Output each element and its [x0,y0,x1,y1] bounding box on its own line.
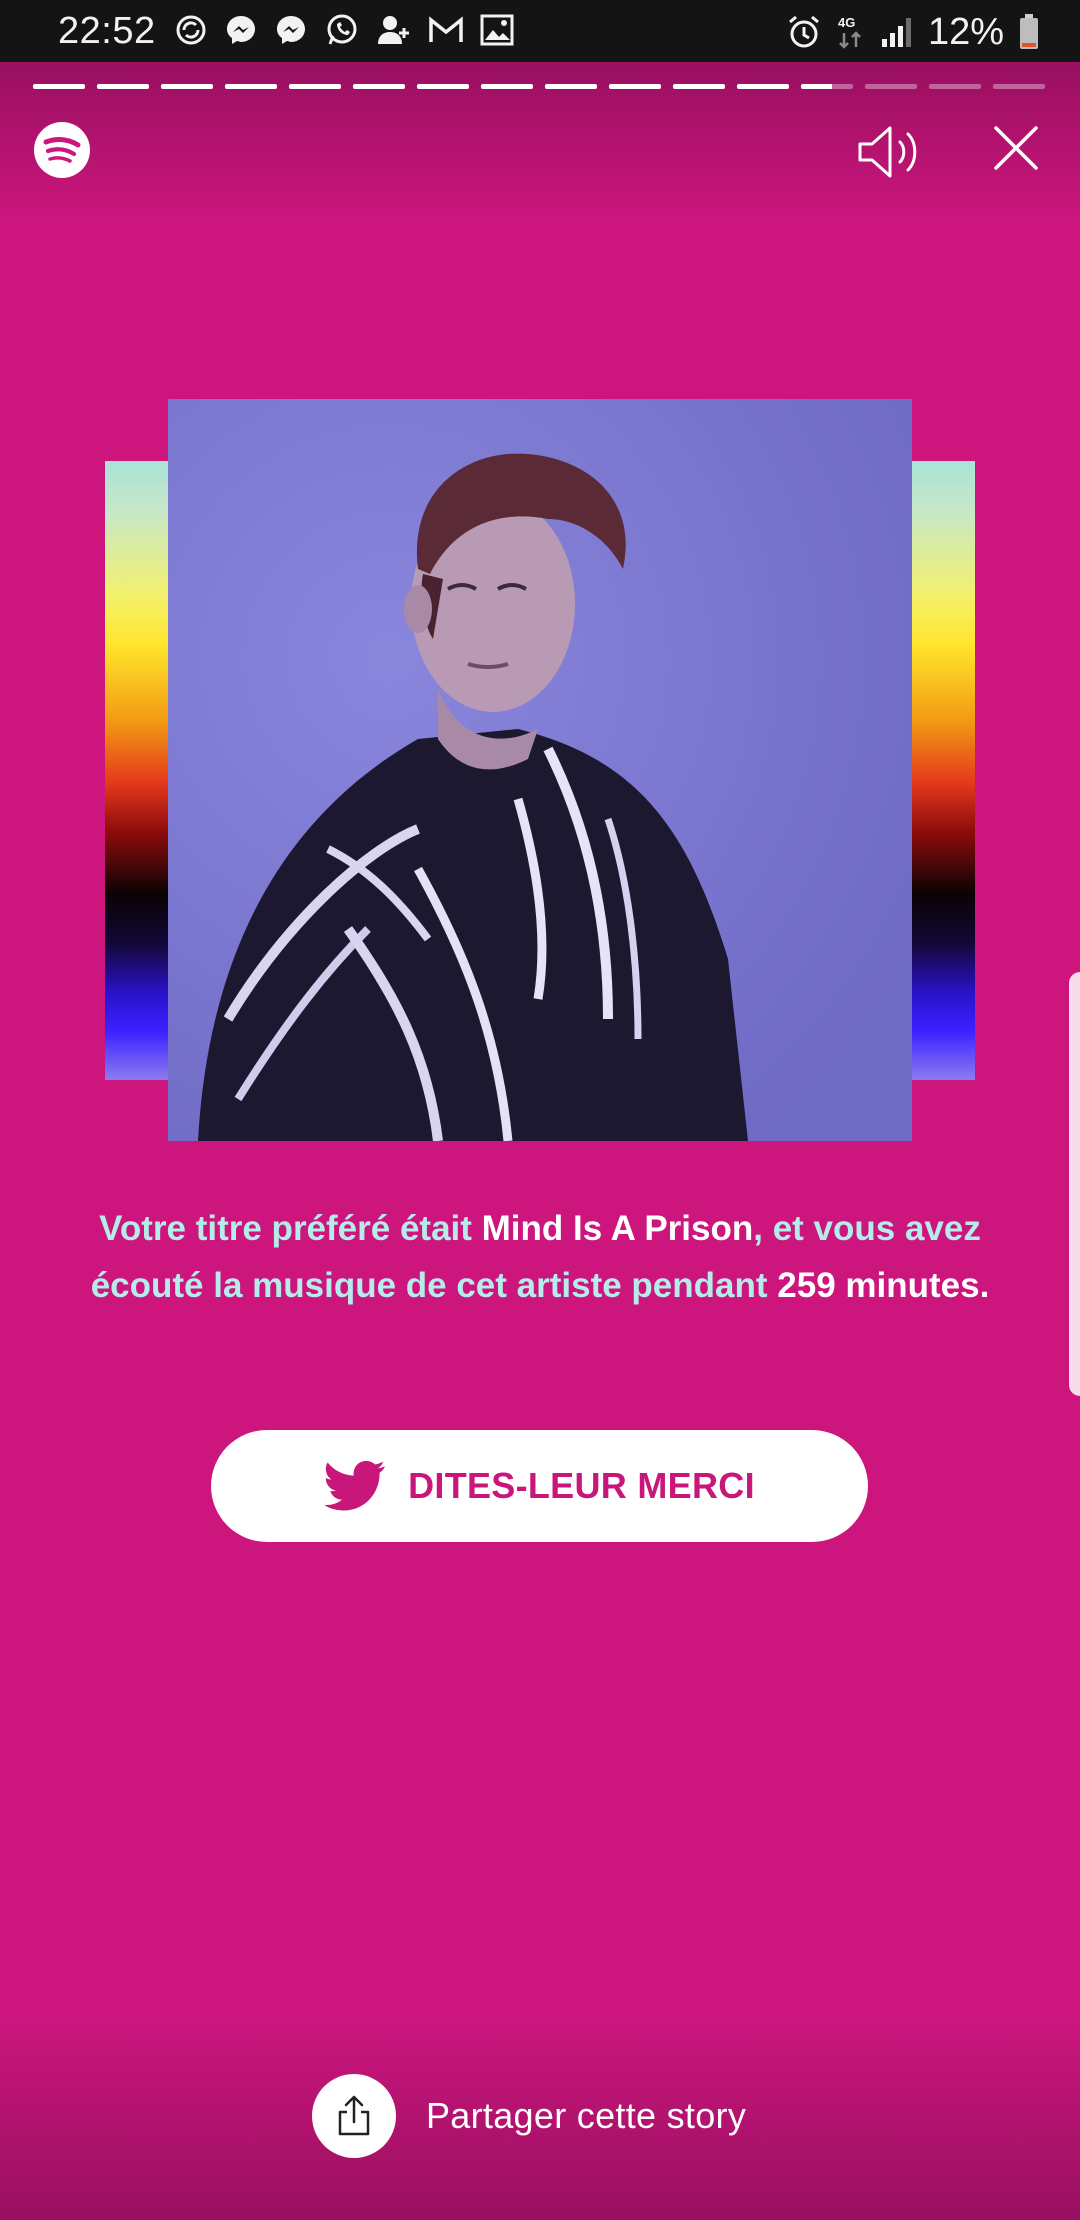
progress-fill [801,84,833,89]
progress-segment [289,84,341,89]
status-time: 22:52 [58,10,156,52]
thank-artist-button[interactable]: DITES-LEUR MERCI [211,1430,868,1542]
add-contact-icon [378,16,409,44]
gmail-icon [429,16,463,42]
progress-fill [545,84,597,89]
progress-fill [481,84,533,89]
messenger-icon [227,16,255,44]
progress-segment [673,84,725,89]
data-4g-icon: 4G [838,15,861,49]
progress-fill [97,84,149,89]
progress-segment [865,84,917,89]
listening-minutes: 259 minutes. [777,1266,990,1305]
spotify-logo [34,122,90,178]
gradient-bar-left [105,461,169,1080]
status-right-icons: 4G 12% [786,10,1040,54]
share-story-button[interactable]: Partager cette story [312,2073,746,2159]
volume-icon[interactable] [856,122,924,182]
notification-icons [174,12,514,48]
gallery-icon [480,14,514,46]
progress-fill [353,84,405,89]
progress-segment [481,84,533,89]
story-progress [33,84,1045,89]
progress-fill [225,84,277,89]
battery-percent: 12% [927,11,1004,53]
alarm-icon [788,15,819,48]
whatsapp-icon [327,14,357,45]
sync-icon [176,15,206,45]
share-circle[interactable] [312,2074,396,2158]
progress-segment [225,84,277,89]
progress-fill [673,84,725,89]
share-label: Partager cette story [426,2095,747,2136]
progress-segment [929,84,981,89]
progress-segment [33,84,85,89]
signal-icon [881,18,911,47]
progress-segment [161,84,213,89]
progress-segment [801,84,853,89]
progress-fill [33,84,85,89]
progress-segment [737,84,789,89]
artist-photo [168,399,912,1141]
progress-segment [417,84,469,89]
artist-photo-illustration [168,399,912,1141]
status-bar: 22:52 4G 12% [0,0,1080,62]
progress-fill [609,84,661,89]
gradient-bar-right [911,461,975,1080]
close-icon[interactable] [992,124,1040,172]
progress-fill [417,84,469,89]
svg-text:4G: 4G [838,15,855,30]
twitter-icon [324,1460,386,1511]
progress-fill [289,84,341,89]
progress-fill [161,84,213,89]
message-intro: Votre titre préféré était [99,1209,482,1248]
messenger-icon [277,16,305,44]
story-message: Votre titre préféré était Mind Is A Pris… [90,1200,990,1314]
progress-segment [545,84,597,89]
progress-segment [993,84,1045,89]
progress-segment [609,84,661,89]
favorite-track: Mind Is A Prison [481,1209,754,1248]
progress-segment [353,84,405,89]
thank-button-label: DITES-LEUR MERCI [408,1465,755,1506]
edge-panel-handle[interactable] [1069,972,1080,1396]
progress-segment [97,84,149,89]
progress-fill [737,84,789,89]
share-icon [338,2095,370,2136]
battery-icon [1020,14,1038,49]
